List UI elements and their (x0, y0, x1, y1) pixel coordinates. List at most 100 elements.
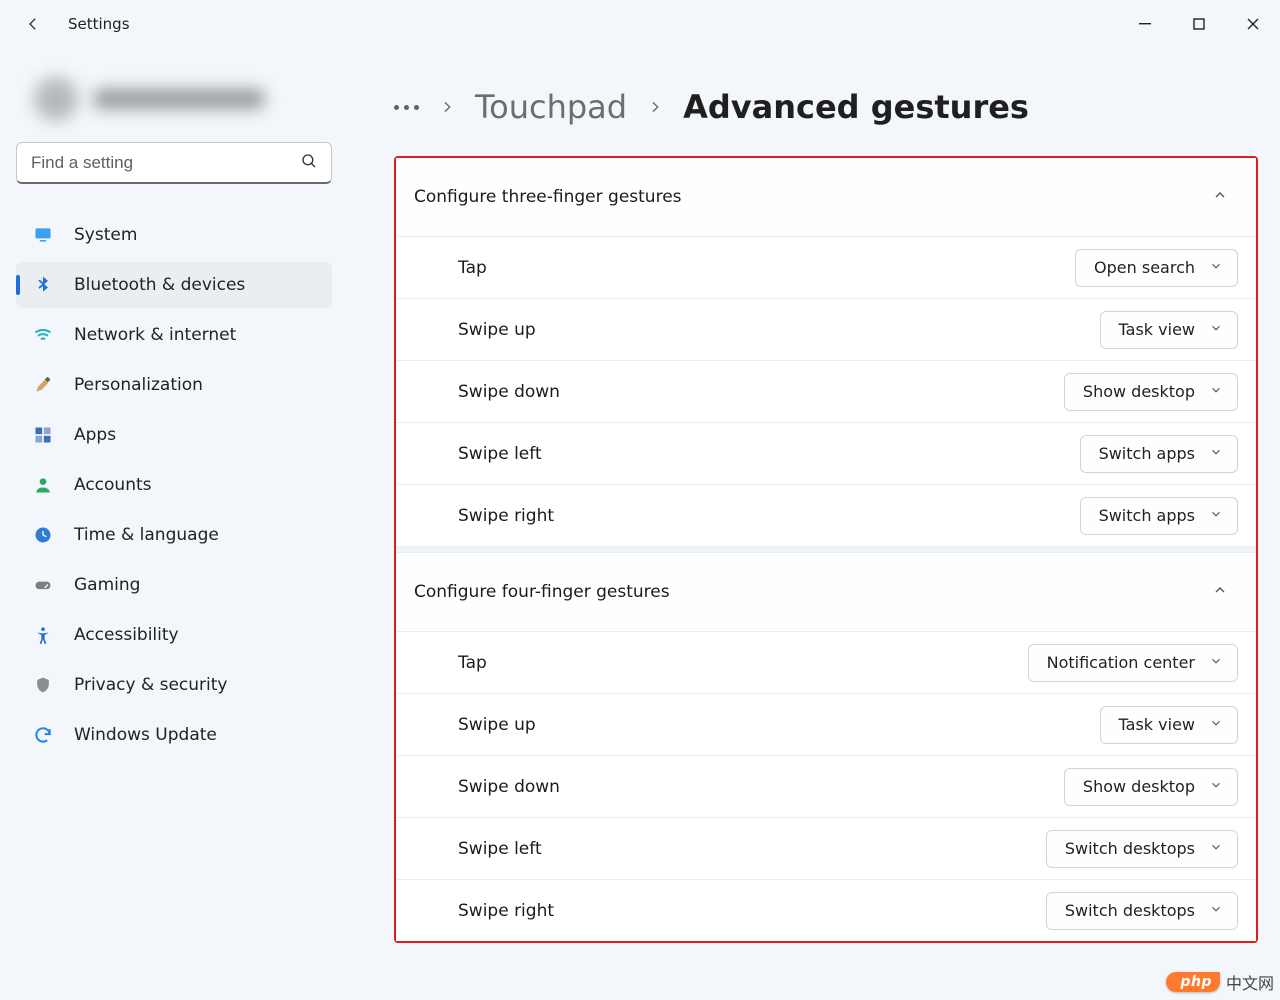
setting-label: Swipe down (458, 777, 560, 797)
watermark-badge: php (1166, 972, 1220, 992)
search-wrap (16, 142, 332, 184)
sidebar-item-privacy-security[interactable]: Privacy & security (16, 662, 332, 708)
chevron-up-icon (1212, 582, 1228, 603)
chevron-down-icon (1209, 654, 1223, 672)
dropdown-value: Show desktop (1083, 382, 1195, 401)
close-button[interactable] (1226, 4, 1280, 44)
group-header[interactable]: Configure three-finger gestures (396, 158, 1256, 236)
setting-dropdown[interactable]: Task view (1100, 706, 1238, 744)
sidebar-item-label: System (74, 225, 137, 245)
watermark-text: 中文网 (1226, 970, 1274, 994)
paintbrush-icon (32, 374, 54, 396)
sidebar-item-accounts[interactable]: Accounts (16, 462, 332, 508)
group-title: Configure four-finger gestures (414, 582, 670, 602)
person-icon (32, 474, 54, 496)
chevron-down-icon (1209, 507, 1223, 525)
minimize-button[interactable] (1118, 4, 1172, 44)
account-block[interactable] (16, 62, 332, 136)
setting-label: Swipe right (458, 901, 554, 921)
app-title: Settings (68, 15, 130, 33)
dropdown-value: Task view (1119, 320, 1195, 339)
chevron-down-icon (1209, 840, 1223, 858)
breadcrumb: Touchpad Advanced gestures (394, 88, 1258, 126)
group-title: Configure three-finger gestures (414, 187, 682, 207)
dropdown-value: Notification center (1047, 653, 1195, 672)
search-icon (300, 152, 318, 174)
titlebar: Settings (0, 0, 1280, 48)
bluetooth-icon (32, 274, 54, 296)
accessibility-icon (32, 624, 54, 646)
chevron-down-icon (1209, 778, 1223, 796)
setting-row: Swipe downShow desktop (396, 360, 1256, 422)
setting-dropdown[interactable]: Show desktop (1064, 373, 1238, 411)
chevron-down-icon (1209, 259, 1223, 277)
setting-row: Swipe down Show desktop (396, 755, 1256, 817)
sidebar-item-windows-update[interactable]: Windows Update (16, 712, 332, 758)
sidebar-item-system[interactable]: System (16, 212, 332, 258)
setting-dropdown[interactable]: Open search (1075, 249, 1238, 287)
setting-dropdown[interactable]: Switch desktops (1046, 892, 1238, 930)
settings-panel: Configure three-finger gestures Tap Open s… (394, 156, 1258, 943)
setting-label: Tap (458, 653, 487, 673)
setting-dropdown[interactable]: Notification center (1028, 644, 1238, 682)
main-content: Touchpad Advanced gestures Configure thr… (348, 48, 1280, 1000)
chevron-up-icon (1212, 187, 1228, 208)
chevron-down-icon (1209, 321, 1223, 339)
breadcrumb-parent[interactable]: Touchpad (475, 88, 627, 126)
sidebar-item-personalization[interactable]: Personalization (16, 362, 332, 408)
maximize-icon (1193, 18, 1205, 30)
dropdown-value: Task view (1119, 715, 1195, 734)
setting-label: Swipe up (458, 715, 536, 735)
window-controls (1118, 4, 1280, 44)
chevron-down-icon (1209, 902, 1223, 920)
sidebar-item-label: Privacy & security (74, 675, 228, 695)
breadcrumb-more[interactable] (394, 105, 419, 110)
setting-row: Swipe up Task view (396, 298, 1256, 360)
sidebar-item-label: Personalization (74, 375, 203, 395)
sidebar-item-bluetooth-devices[interactable]: Bluetooth & devices (16, 262, 332, 308)
chevron-right-icon (647, 93, 663, 121)
setting-row: Swipe right Switch desktops (396, 879, 1256, 941)
chevron-down-icon (1209, 716, 1223, 734)
setting-label: Swipe up (458, 320, 536, 340)
setting-row: Swipe leftSwitch apps (396, 422, 1256, 484)
page-title: Advanced gestures (683, 88, 1029, 126)
sidebar-item-label: Windows Update (74, 725, 217, 745)
setting-dropdown[interactable]: Show desktop (1064, 768, 1238, 806)
setting-label: Swipe right (458, 506, 554, 526)
sidebar-nav: System Bluetooth & devices Network & inter… (16, 212, 332, 758)
setting-row: Tap Open search (396, 236, 1256, 298)
setting-dropdown[interactable]: Switch apps (1080, 497, 1238, 535)
sidebar-item-accessibility[interactable]: Accessibility (16, 612, 332, 658)
sidebar-item-label: Time & language (74, 525, 219, 545)
setting-label: Tap (458, 258, 487, 278)
setting-row: Swipe right Switch apps (396, 484, 1256, 546)
dropdown-value: Switch apps (1099, 506, 1195, 525)
sidebar-item-apps[interactable]: Apps (16, 412, 332, 458)
sidebar: System Bluetooth & devices Network & inter… (0, 48, 348, 1000)
setting-dropdown[interactable]: Task view (1100, 311, 1238, 349)
sidebar-item-time-language[interactable]: Time & language (16, 512, 332, 558)
setting-row: Swipe left Switch desktops (396, 817, 1256, 879)
setting-label: Swipe left (458, 839, 542, 859)
setting-dropdown[interactable]: Switch desktops (1046, 830, 1238, 868)
wifi-icon (32, 324, 54, 346)
back-button[interactable] (18, 9, 48, 39)
chevron-right-icon (439, 93, 455, 121)
dropdown-value: Open search (1094, 258, 1195, 277)
search-input[interactable] (16, 142, 332, 184)
dropdown-value: Switch desktops (1065, 901, 1195, 920)
apps-icon (32, 424, 54, 446)
account-name (94, 89, 264, 109)
setting-dropdown[interactable]: Switch apps (1080, 435, 1238, 473)
sidebar-item-gaming[interactable]: Gaming (16, 562, 332, 608)
shield-icon (32, 674, 54, 696)
group-header[interactable]: Configure four-finger gestures (396, 553, 1256, 631)
minimize-icon (1139, 18, 1151, 30)
sidebar-item-label: Bluetooth & devices (74, 275, 245, 295)
group-gap (396, 546, 1256, 553)
gamepad-icon (32, 574, 54, 596)
globe-clock-icon (32, 524, 54, 546)
maximize-button[interactable] (1172, 4, 1226, 44)
sidebar-item-network-internet[interactable]: Network & internet (16, 312, 332, 358)
